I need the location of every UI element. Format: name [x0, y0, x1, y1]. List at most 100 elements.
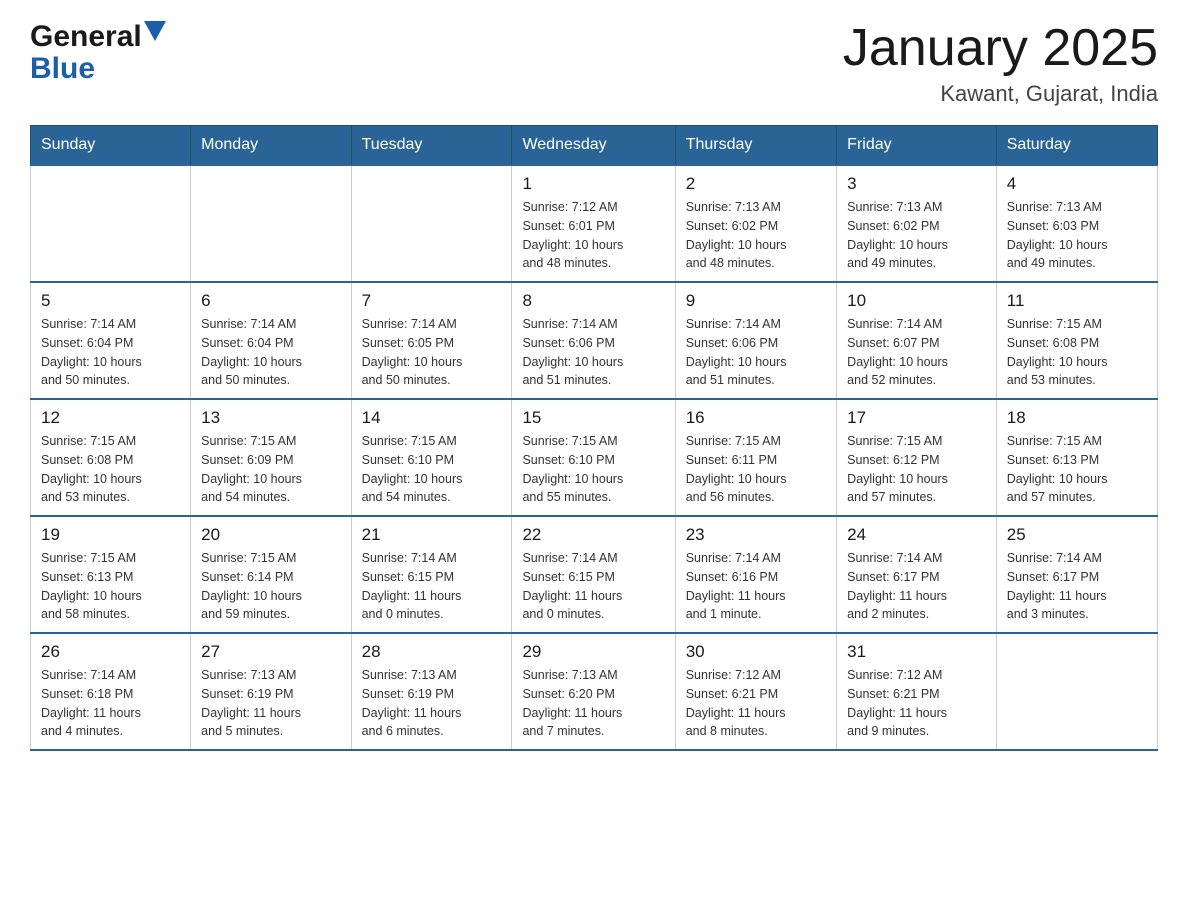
location-subtitle: Kawant, Gujarat, India	[843, 81, 1158, 107]
day-number: 9	[686, 291, 826, 311]
day-number: 17	[847, 408, 986, 428]
day-info: Sunrise: 7:13 AM Sunset: 6:19 PM Dayligh…	[201, 666, 340, 741]
calendar-week-row: 12 Sunrise: 7:15 AM Sunset: 6:08 PM Dayli…	[31, 399, 1158, 516]
day-info: Sunrise: 7:14 AM Sunset: 6:07 PM Dayligh…	[847, 315, 986, 390]
day-number: 4	[1007, 174, 1147, 194]
day-info: Sunrise: 7:14 AM Sunset: 6:06 PM Dayligh…	[522, 315, 664, 390]
day-info: Sunrise: 7:14 AM Sunset: 6:17 PM Dayligh…	[1007, 549, 1147, 624]
day-number: 24	[847, 525, 986, 545]
calendar-cell: 10 Sunrise: 7:14 AM Sunset: 6:07 PM Dayli…	[837, 282, 997, 399]
day-number: 27	[201, 642, 340, 662]
day-number: 31	[847, 642, 986, 662]
calendar-cell: 13Sunrise: 7:15 AM Sunset: 6:09 PM Dayli…	[191, 399, 351, 516]
day-number: 8	[522, 291, 664, 311]
day-number: 15	[522, 408, 664, 428]
calendar-week-row: 1Sunrise: 7:12 AM Sunset: 6:01 PM Daylig…	[31, 165, 1158, 282]
day-info: Sunrise: 7:14 AM Sunset: 6:18 PM Dayligh…	[41, 666, 180, 741]
day-info: Sunrise: 7:15 AM Sunset: 6:12 PM Dayligh…	[847, 432, 986, 507]
page-header: General Blue January 2025 Kawant, Gujara…	[30, 20, 1158, 107]
calendar-cell: 24 Sunrise: 7:14 AM Sunset: 6:17 PM Dayli…	[837, 516, 997, 633]
day-number: 21	[362, 525, 502, 545]
day-number: 13	[201, 408, 340, 428]
day-number: 22	[522, 525, 664, 545]
day-info: Sunrise: 7:15 AM Sunset: 6:10 PM Dayligh…	[362, 432, 502, 507]
calendar-cell: 6Sunrise: 7:14 AM Sunset: 6:04 PM Daylig…	[191, 282, 351, 399]
day-info: Sunrise: 7:13 AM Sunset: 6:02 PM Dayligh…	[686, 198, 826, 273]
calendar-cell: 29 Sunrise: 7:13 AM Sunset: 6:20 PM Dayli…	[512, 633, 675, 750]
title-block: January 2025 Kawant, Gujarat, India	[843, 20, 1158, 107]
calendar-week-row: 19Sunrise: 7:15 AM Sunset: 6:13 PM Dayli…	[31, 516, 1158, 633]
day-info: Sunrise: 7:15 AM Sunset: 6:13 PM Dayligh…	[1007, 432, 1147, 507]
day-info: Sunrise: 7:15 AM Sunset: 6:08 PM Dayligh…	[1007, 315, 1147, 390]
weekday-header-monday: Monday	[191, 126, 351, 166]
calendar-cell: 15 Sunrise: 7:15 AM Sunset: 6:10 PM Dayli…	[512, 399, 675, 516]
logo-text-blue: Blue	[30, 54, 166, 84]
calendar-cell: 23 Sunrise: 7:14 AM Sunset: 6:16 PM Dayli…	[675, 516, 836, 633]
day-info: Sunrise: 7:14 AM Sunset: 6:15 PM Dayligh…	[522, 549, 664, 624]
day-info: Sunrise: 7:13 AM Sunset: 6:20 PM Dayligh…	[522, 666, 664, 741]
day-info: Sunrise: 7:15 AM Sunset: 6:14 PM Dayligh…	[201, 549, 340, 624]
calendar-cell: 8 Sunrise: 7:14 AM Sunset: 6:06 PM Daylig…	[512, 282, 675, 399]
calendar-cell: 14Sunrise: 7:15 AM Sunset: 6:10 PM Dayli…	[351, 399, 512, 516]
calendar-cell: 1Sunrise: 7:12 AM Sunset: 6:01 PM Daylig…	[512, 165, 675, 282]
calendar-cell: 2 Sunrise: 7:13 AM Sunset: 6:02 PM Daylig…	[675, 165, 836, 282]
logo: General Blue	[30, 20, 166, 84]
calendar-cell	[996, 633, 1157, 750]
calendar-cell: 4 Sunrise: 7:13 AM Sunset: 6:03 PM Daylig…	[996, 165, 1157, 282]
calendar-cell: 17 Sunrise: 7:15 AM Sunset: 6:12 PM Dayli…	[837, 399, 997, 516]
calendar-week-row: 26 Sunrise: 7:14 AM Sunset: 6:18 PM Dayli…	[31, 633, 1158, 750]
calendar-week-row: 5 Sunrise: 7:14 AM Sunset: 6:04 PM Daylig…	[31, 282, 1158, 399]
calendar-cell	[351, 165, 512, 282]
calendar-cell: 28Sunrise: 7:13 AM Sunset: 6:19 PM Dayli…	[351, 633, 512, 750]
day-info: Sunrise: 7:15 AM Sunset: 6:10 PM Dayligh…	[522, 432, 664, 507]
day-info: Sunrise: 7:14 AM Sunset: 6:06 PM Dayligh…	[686, 315, 826, 390]
calendar-cell: 19Sunrise: 7:15 AM Sunset: 6:13 PM Dayli…	[31, 516, 191, 633]
calendar-cell: 7Sunrise: 7:14 AM Sunset: 6:05 PM Daylig…	[351, 282, 512, 399]
day-info: Sunrise: 7:15 AM Sunset: 6:08 PM Dayligh…	[41, 432, 180, 507]
calendar-cell: 12 Sunrise: 7:15 AM Sunset: 6:08 PM Dayli…	[31, 399, 191, 516]
day-info: Sunrise: 7:14 AM Sunset: 6:04 PM Dayligh…	[201, 315, 340, 390]
weekday-header-row: SundayMondayTuesdayWednesdayThursdayFrid…	[31, 126, 1158, 166]
day-info: Sunrise: 7:14 AM Sunset: 6:15 PM Dayligh…	[362, 549, 502, 624]
month-title: January 2025	[843, 20, 1158, 77]
day-info: Sunrise: 7:14 AM Sunset: 6:17 PM Dayligh…	[847, 549, 986, 624]
day-info: Sunrise: 7:14 AM Sunset: 6:16 PM Dayligh…	[686, 549, 826, 624]
day-info: Sunrise: 7:12 AM Sunset: 6:21 PM Dayligh…	[686, 666, 826, 741]
logo-arrow-icon	[144, 21, 166, 49]
calendar-cell: 22 Sunrise: 7:14 AM Sunset: 6:15 PM Dayli…	[512, 516, 675, 633]
calendar-cell: 5Sunrise: 7:14 AM Sunset: 6:04 PM Daylig…	[31, 282, 191, 399]
day-number: 3	[847, 174, 986, 194]
logo-text-general: General	[30, 20, 142, 54]
day-number: 23	[686, 525, 826, 545]
calendar-cell: 31 Sunrise: 7:12 AM Sunset: 6:21 PM Dayli…	[837, 633, 997, 750]
day-number: 5	[41, 291, 180, 311]
day-number: 12	[41, 408, 180, 428]
weekday-header-sunday: Sunday	[31, 126, 191, 166]
day-number: 20	[201, 525, 340, 545]
day-number: 2	[686, 174, 826, 194]
calendar-cell: 27 Sunrise: 7:13 AM Sunset: 6:19 PM Dayli…	[191, 633, 351, 750]
day-number: 26	[41, 642, 180, 662]
day-info: Sunrise: 7:13 AM Sunset: 6:03 PM Dayligh…	[1007, 198, 1147, 273]
day-number: 18	[1007, 408, 1147, 428]
day-number: 10	[847, 291, 986, 311]
day-number: 11	[1007, 291, 1147, 311]
calendar-cell: 21 Sunrise: 7:14 AM Sunset: 6:15 PM Dayli…	[351, 516, 512, 633]
calendar-cell: 30 Sunrise: 7:12 AM Sunset: 6:21 PM Dayli…	[675, 633, 836, 750]
calendar-cell: 3 Sunrise: 7:13 AM Sunset: 6:02 PM Daylig…	[837, 165, 997, 282]
day-info: Sunrise: 7:15 AM Sunset: 6:11 PM Dayligh…	[686, 432, 826, 507]
weekday-header-friday: Friday	[837, 126, 997, 166]
day-info: Sunrise: 7:12 AM Sunset: 6:21 PM Dayligh…	[847, 666, 986, 741]
day-number: 7	[362, 291, 502, 311]
day-info: Sunrise: 7:13 AM Sunset: 6:02 PM Dayligh…	[847, 198, 986, 273]
calendar-cell	[191, 165, 351, 282]
calendar-cell: 16Sunrise: 7:15 AM Sunset: 6:11 PM Dayli…	[675, 399, 836, 516]
calendar-cell: 25Sunrise: 7:14 AM Sunset: 6:17 PM Dayli…	[996, 516, 1157, 633]
calendar-cell: 20 Sunrise: 7:15 AM Sunset: 6:14 PM Dayli…	[191, 516, 351, 633]
day-info: Sunrise: 7:15 AM Sunset: 6:13 PM Dayligh…	[41, 549, 180, 624]
day-number: 28	[362, 642, 502, 662]
day-number: 30	[686, 642, 826, 662]
day-number: 1	[522, 174, 664, 194]
calendar-table: SundayMondayTuesdayWednesdayThursdayFrid…	[30, 125, 1158, 751]
day-number: 29	[522, 642, 664, 662]
